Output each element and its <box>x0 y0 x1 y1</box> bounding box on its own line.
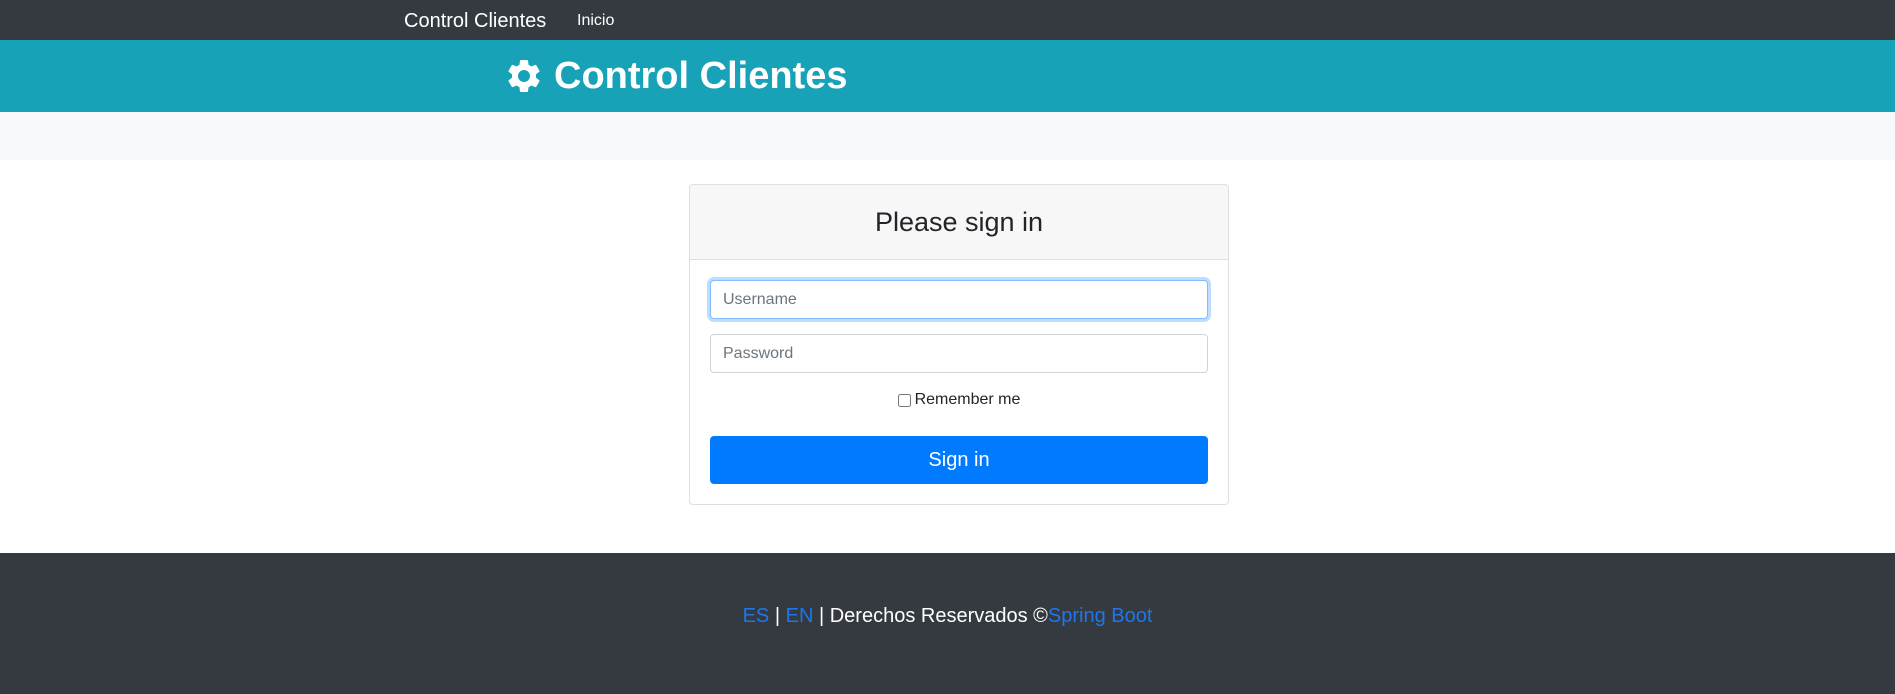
footer-rights: | Derechos Reservados © <box>818 605 1048 627</box>
password-input[interactable] <box>710 334 1208 373</box>
navbar-brand[interactable]: Control Clientes <box>404 0 546 40</box>
footer-text: ES | EN | Derechos Reservados ©Spring Bo… <box>0 605 1895 628</box>
gear-icon <box>508 59 540 92</box>
sign-in-button[interactable]: Sign in <box>710 436 1208 484</box>
lang-es-link[interactable]: ES <box>743 605 770 627</box>
footer-separator: | <box>774 605 781 627</box>
page-header: Control Clientes <box>0 40 1895 112</box>
header-title-group: Control Clientes <box>504 40 847 112</box>
remember-me-text: Remember me <box>914 391 1021 408</box>
page-title: Control Clientes <box>554 55 848 97</box>
sub-navbar <box>0 112 1895 160</box>
username-input[interactable] <box>710 280 1208 319</box>
lang-en-link[interactable]: EN <box>786 605 814 627</box>
login-card-header: Please sign in <box>690 185 1228 260</box>
remember-me-label: Remember me <box>690 391 1228 409</box>
remember-me-checkbox[interactable] <box>897 393 911 407</box>
login-card: Please sign in Remember me Sign in <box>689 184 1229 505</box>
page-footer: ES | EN | Derechos Reservados ©Spring Bo… <box>0 553 1895 694</box>
spring-boot-link[interactable]: Spring Boot <box>1048 605 1153 627</box>
top-navbar: Control Clientes Inicio <box>0 0 1895 40</box>
nav-link-inicio[interactable]: Inicio <box>577 0 614 40</box>
login-title: Please sign in <box>874 206 1044 237</box>
